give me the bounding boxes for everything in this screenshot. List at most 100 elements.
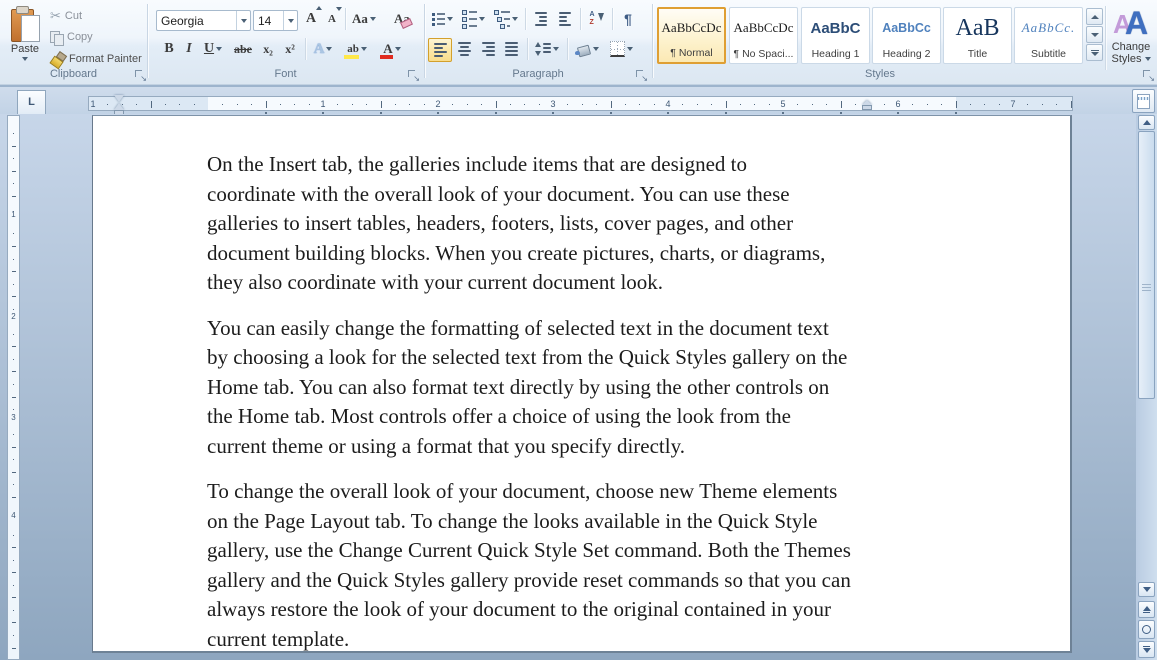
scrollbar-thumb[interactable] xyxy=(1138,131,1155,399)
style-label: ¶ No Spaci... xyxy=(734,48,794,60)
decrease-indent-button[interactable] xyxy=(530,8,552,30)
style-preview: AaBbCc xyxy=(873,8,940,48)
thumb-grip-icon xyxy=(1142,284,1151,291)
clear-formatting-button[interactable]: Aa xyxy=(390,8,414,30)
align-center-icon xyxy=(458,42,471,56)
ruler-tick xyxy=(726,101,727,108)
copy-label: Copy xyxy=(67,31,93,43)
previous-page-button[interactable] xyxy=(1138,601,1155,618)
view-ruler-toggle-button[interactable] xyxy=(1132,89,1155,113)
change-case-button[interactable]: Aa xyxy=(350,8,378,30)
ruler-tick xyxy=(12,346,16,347)
sort-button[interactable]: AZ xyxy=(585,8,607,30)
right-indent-marker-base[interactable] xyxy=(862,105,872,110)
borders-button[interactable] xyxy=(606,38,636,60)
style-heading-1[interactable]: AaBbC Heading 1 xyxy=(801,7,870,64)
font-size-combo[interactable]: 14 xyxy=(253,10,298,31)
paste-label: Paste xyxy=(11,43,39,55)
styles-gallery-down-button[interactable] xyxy=(1086,26,1103,43)
ruler-tick xyxy=(13,309,14,310)
align-left-button[interactable] xyxy=(428,38,452,62)
ruler-tick xyxy=(13,284,14,285)
change-styles-label-line2: Styles xyxy=(1111,53,1150,65)
subscript-button[interactable]: x₂ xyxy=(258,38,278,60)
ruler-tick xyxy=(294,104,295,105)
bullets-button[interactable] xyxy=(429,8,455,30)
paragraph-dialog-launcher[interactable]: ↘ xyxy=(635,69,647,81)
font-size-dropdown[interactable] xyxy=(283,11,297,30)
ruler-number: 3 xyxy=(8,413,19,422)
increase-indent-button[interactable] xyxy=(554,8,576,30)
styles-gallery-up-button[interactable] xyxy=(1086,8,1103,25)
shading-button[interactable] xyxy=(572,38,602,60)
text-line: always restore the look of your document… xyxy=(207,595,969,625)
cut-button[interactable]: ✂ Cut xyxy=(50,6,82,26)
ruler-tick xyxy=(337,104,338,105)
format-painter-label: Format Painter xyxy=(69,53,142,65)
style-title[interactable]: AaB Title xyxy=(943,7,1012,64)
change-styles-label-line1: Change xyxy=(1112,41,1151,53)
multilevel-list-button[interactable] xyxy=(491,8,521,30)
ruler-tick xyxy=(409,104,410,105)
font-dialog-launcher[interactable]: ↘ xyxy=(407,69,419,81)
font-name-dropdown[interactable] xyxy=(236,11,250,30)
ruler-tick xyxy=(107,104,108,105)
font-color-button[interactable]: A xyxy=(378,38,406,60)
copy-button[interactable]: Copy xyxy=(50,27,93,47)
ruler-tick xyxy=(611,101,612,108)
tab-stop-selector[interactable]: L xyxy=(17,90,46,115)
first-line-indent-marker[interactable] xyxy=(114,95,124,102)
styles-gallery-more-button[interactable] xyxy=(1086,44,1103,61)
grow-font-button[interactable]: A xyxy=(301,8,321,30)
ruler-number: 1 xyxy=(8,210,19,219)
numbering-button[interactable] xyxy=(458,8,488,30)
vertical-scrollbar[interactable] xyxy=(1136,114,1157,660)
hanging-indent-marker[interactable] xyxy=(114,103,124,110)
show-hide-pilcrow-button[interactable]: ¶ xyxy=(617,8,639,30)
text-effects-button[interactable]: A xyxy=(310,38,336,60)
ruler-tick xyxy=(251,104,252,105)
format-painter-button[interactable]: Format Painter xyxy=(50,49,142,69)
document-page[interactable]: On the Insert tab, the galleries include… xyxy=(92,115,1072,653)
superscript-button[interactable]: x² xyxy=(280,38,300,60)
align-center-button[interactable] xyxy=(453,38,475,60)
vertical-ruler[interactable]: 1234 xyxy=(7,115,20,660)
shrink-font-button[interactable]: A xyxy=(323,8,341,30)
text-line: galleries to insert tables, headers, foo… xyxy=(207,209,969,239)
underline-button[interactable]: U xyxy=(199,38,227,60)
styles-group-label: Styles xyxy=(780,68,980,82)
line-spacing-button[interactable] xyxy=(532,38,562,60)
align-right-button[interactable] xyxy=(477,38,499,60)
style-subtitle[interactable]: AaBbCc. Subtitle xyxy=(1014,7,1083,64)
justify-button[interactable] xyxy=(500,38,522,60)
ruler-tick xyxy=(13,259,14,260)
strikethrough-button[interactable]: abe xyxy=(230,38,256,60)
horizontal-ruler[interactable]: 11234567 xyxy=(88,96,1073,111)
separator xyxy=(527,38,528,60)
style-heading-2[interactable]: AaBbCc Heading 2 xyxy=(872,7,941,64)
ruler-tick xyxy=(1042,104,1043,105)
italic-button[interactable]: I xyxy=(181,38,197,60)
next-page-button[interactable] xyxy=(1138,641,1155,658)
clipboard-dialog-launcher[interactable]: ↘ xyxy=(134,69,146,81)
styles-dialog-launcher[interactable]: ↘ xyxy=(1142,69,1154,81)
ruler-tick xyxy=(970,104,971,105)
ruler-tick xyxy=(13,635,14,636)
scroll-down-button[interactable] xyxy=(1138,582,1155,597)
text-highlight-button[interactable]: ab xyxy=(342,38,372,60)
group-separator xyxy=(652,4,653,78)
font-name-combo[interactable]: Georgia xyxy=(156,10,251,31)
ruler-tick xyxy=(769,104,770,105)
select-browse-object-button[interactable] xyxy=(1138,620,1155,639)
style-normal[interactable]: AaBbCcDc ¶ Normal xyxy=(657,7,726,64)
ruler-tick xyxy=(151,101,152,108)
ruler-tick xyxy=(1027,104,1028,105)
style-no-spacing[interactable]: AaBbCcDc ¶ No Spaci... xyxy=(729,7,798,64)
ruler-tick xyxy=(280,104,281,105)
separator xyxy=(567,38,568,60)
scroll-up-button[interactable] xyxy=(1138,115,1155,130)
cut-label: Cut xyxy=(65,10,82,22)
paste-dropdown-caret[interactable] xyxy=(22,57,28,61)
ruler-tick xyxy=(12,622,16,623)
bold-button[interactable]: B xyxy=(160,38,178,60)
